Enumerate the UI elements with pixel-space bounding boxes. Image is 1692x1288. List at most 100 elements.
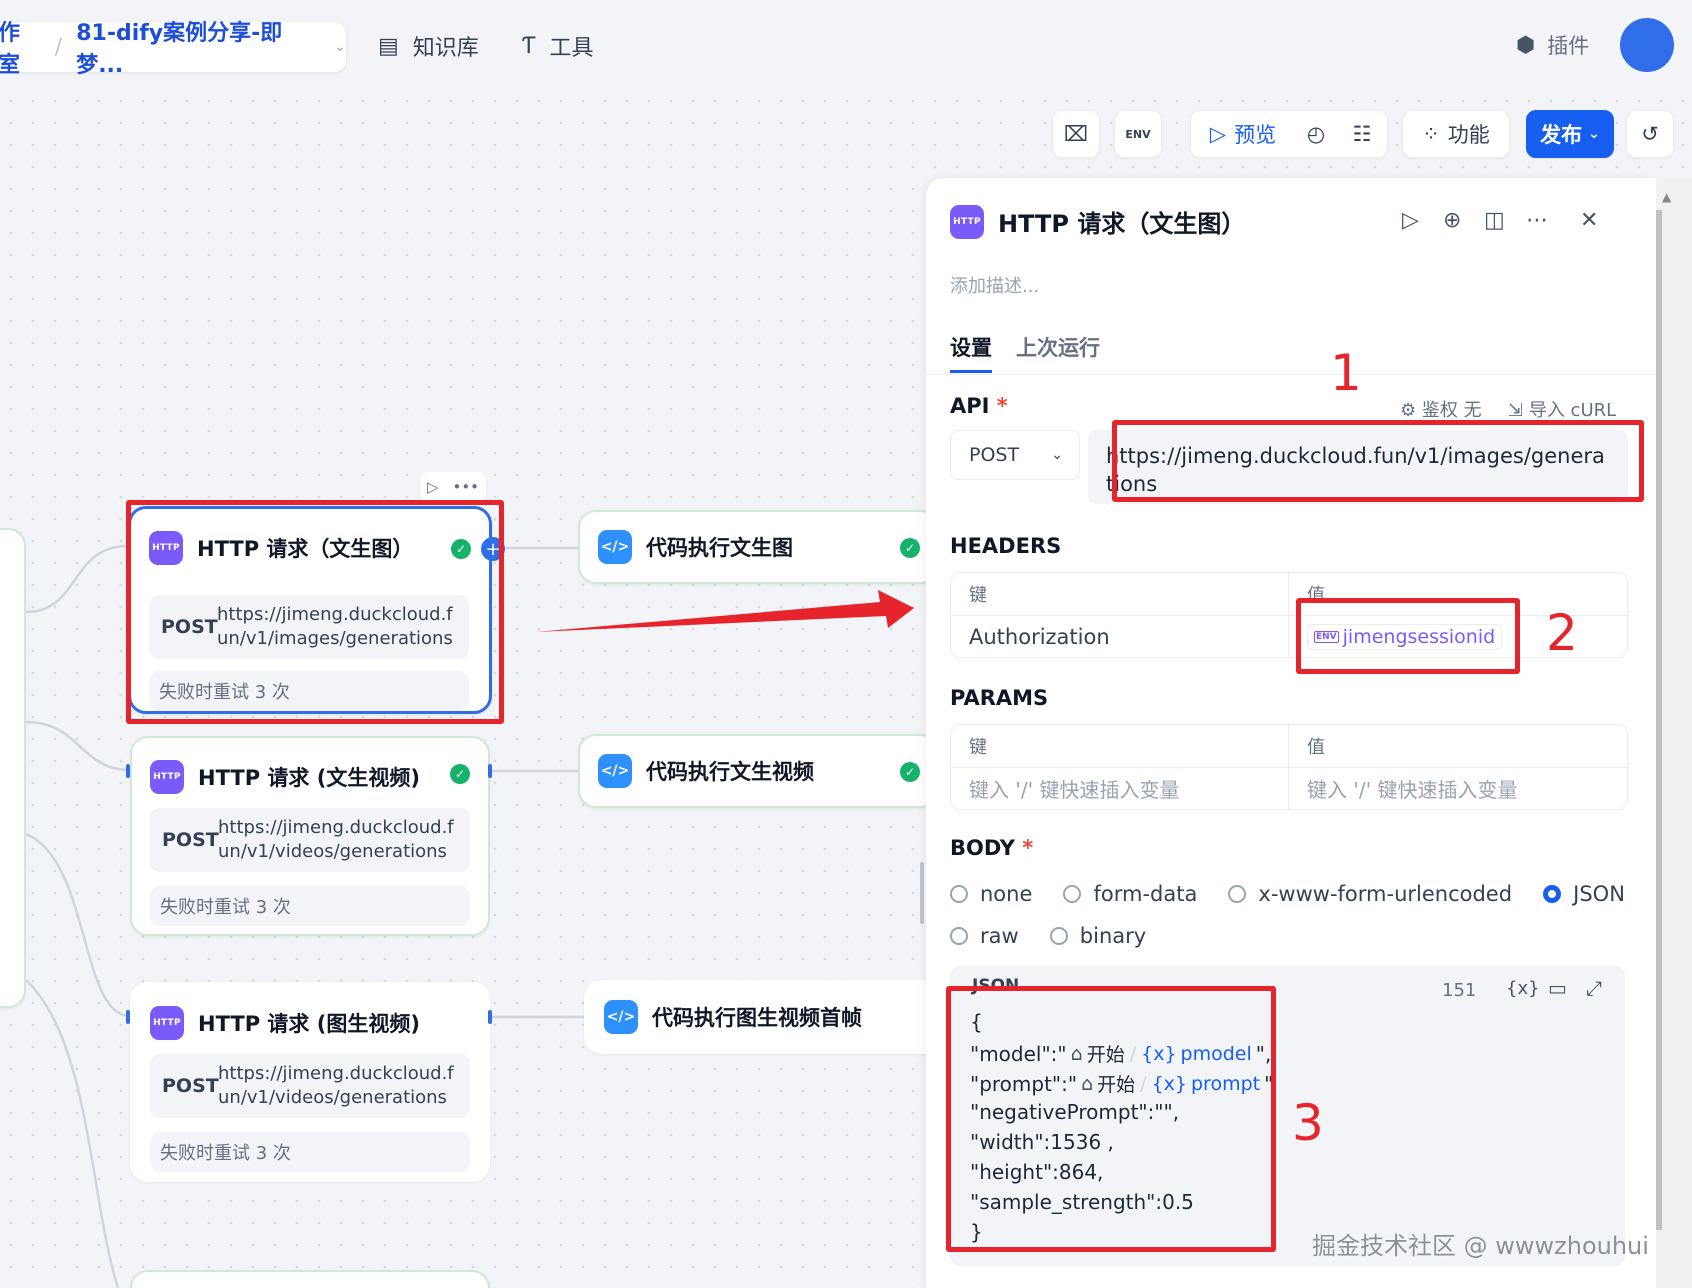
- http-node-partial[interactable]: [130, 1270, 490, 1288]
- body-type-urlencoded[interactable]: x-www-form-urlencoded: [1228, 882, 1512, 906]
- node-title: 代码执行图生视频首帧: [652, 1006, 862, 1030]
- book-open-icon[interactable]: ◫: [1484, 208, 1505, 233]
- annotation-box-json: [946, 986, 1276, 1252]
- code-node-text-to-video[interactable]: </> 代码执行文生视频 ✓: [578, 734, 938, 808]
- http-icon: HTTP: [150, 760, 184, 794]
- http-node-text-to-video[interactable]: HTTP HTTP 请求 (文生视频) ✓ POST https://jimen…: [130, 736, 490, 936]
- node-handle[interactable]: [488, 764, 492, 778]
- nav-knowledge-label: 知识库: [412, 36, 479, 61]
- node-handle[interactable]: [126, 764, 130, 778]
- expand-icon[interactable]: ⤢: [1586, 976, 1602, 1000]
- annotation-box-url: [1112, 420, 1644, 502]
- radio-icon: [1049, 927, 1068, 945]
- features-icon: ⁘: [1422, 122, 1440, 146]
- book-icon: ▤: [378, 33, 399, 59]
- annotation-box-header: [1296, 598, 1520, 674]
- chevron-down-icon[interactable]: ⌄: [334, 39, 346, 55]
- breadcrumb-app-name[interactable]: 81-dify案例分享-即梦...: [76, 15, 322, 79]
- preview-button[interactable]: ▷ 预览: [1193, 111, 1293, 157]
- nav-tools[interactable]: Ƭ 工具: [522, 30, 593, 62]
- breadcrumb[interactable]: 作室 / 81-dify案例分享-即梦... ⌄: [0, 21, 346, 78]
- success-check-icon: ✓: [900, 538, 920, 558]
- node-title: 代码执行文生视频: [646, 760, 814, 784]
- node-title: HTTP 请求 (图生视频): [198, 1012, 420, 1036]
- method-select[interactable]: POST ⌄: [950, 430, 1080, 480]
- params-label: PARAMS: [950, 686, 1049, 710]
- tab-divider: [926, 374, 1656, 375]
- auth-button[interactable]: ⚙ 鉴权 无: [1400, 396, 1482, 422]
- avatar[interactable]: [1620, 18, 1674, 72]
- cube-icon: ⬢: [1516, 32, 1536, 58]
- preview-label: 预览: [1234, 123, 1277, 147]
- version-history-button[interactable]: ↺: [1626, 110, 1674, 158]
- nav-knowledge[interactable]: ▤ 知识库: [378, 30, 479, 62]
- body-type-raw[interactable]: raw: [950, 924, 1019, 948]
- param-value-input[interactable]: 键入 '/' 键快速插入变量: [1288, 768, 1627, 809]
- import-curl-label: 导入 cURL: [1528, 400, 1617, 421]
- radio-icon: [950, 885, 968, 903]
- method-value: POST: [969, 444, 1020, 466]
- nav-tools-label: 工具: [549, 36, 594, 61]
- insert-variable-icon[interactable]: {x}: [1506, 978, 1540, 999]
- success-check-icon: ✓: [900, 762, 920, 782]
- chevron-down-icon: ⌄: [1588, 126, 1600, 142]
- scroll-up-icon[interactable]: ▲: [1662, 190, 1671, 204]
- history-run-button[interactable]: ◴: [1293, 111, 1339, 157]
- node-retry: 失败时重试 3 次: [150, 886, 470, 926]
- features-label: 功能: [1447, 123, 1490, 147]
- headers-label: HEADERS: [950, 534, 1062, 558]
- node-url: https://jimeng.duckcloud.fun/v1/videos/g…: [218, 1063, 454, 1108]
- annotation-number: 3: [1292, 1094, 1324, 1152]
- params-table: 键 值 键入 '/' 键快速插入变量 键入 '/' 键快速插入变量: [950, 724, 1628, 810]
- body-type-none[interactable]: none: [950, 882, 1032, 906]
- copy-icon[interactable]: ▭: [1548, 976, 1567, 1000]
- http-node-image-to-video[interactable]: HTTP HTTP 请求 (图生视频) POST https://jimeng.…: [130, 982, 490, 1182]
- nav-plugins[interactable]: ⬢ 插件: [1516, 30, 1589, 60]
- checklist-button[interactable]: ⌧: [1052, 110, 1100, 158]
- start-node[interactable]: [0, 528, 26, 1008]
- code-node-text-to-image[interactable]: </> 代码执行文生图 ✓: [578, 510, 938, 584]
- more-icon[interactable]: •••: [452, 478, 479, 496]
- history-icon: ↺: [1641, 122, 1659, 146]
- scrollbar-thumb[interactable]: [1656, 210, 1662, 1230]
- description-input[interactable]: 添加描述...: [950, 272, 1039, 298]
- panel-title[interactable]: HTTP 请求（文生图）: [998, 204, 1245, 239]
- node-handle[interactable]: [126, 1010, 130, 1024]
- node-url: https://jimeng.duckcloud.fun/v1/videos/g…: [218, 817, 454, 862]
- watermark: 掘金技术社区 @ wwwzhouhui: [1312, 1232, 1649, 1260]
- tab-settings[interactable]: 设置: [950, 332, 992, 362]
- breadcrumb-separator: /: [54, 34, 63, 60]
- api-label: API *: [950, 394, 1008, 418]
- features-button[interactable]: ⁘ 功能: [1402, 110, 1510, 158]
- panel-resize-handle[interactable]: [920, 862, 924, 924]
- header-key-input[interactable]: Authorization: [951, 616, 1288, 657]
- body-type-json[interactable]: JSON: [1543, 882, 1625, 906]
- node-title: 代码执行文生图: [646, 536, 793, 560]
- close-icon[interactable]: ✕: [1580, 208, 1598, 233]
- breadcrumb-workspace[interactable]: 作室: [0, 15, 41, 79]
- help-icon[interactable]: ⊕: [1443, 208, 1461, 233]
- char-count: 151: [1442, 980, 1477, 1001]
- radio-selected-icon: [1543, 885, 1562, 903]
- auth-label: 鉴权 无: [1421, 400, 1482, 421]
- tab-last-run[interactable]: 上次运行: [1016, 332, 1100, 362]
- http-icon: HTTP: [150, 1006, 184, 1040]
- body-type-form-data[interactable]: form-data: [1063, 882, 1197, 906]
- node-method: POST: [162, 829, 219, 851]
- import-curl-button[interactable]: ⇲ 导入 cURL: [1508, 396, 1616, 422]
- code-icon: </>: [598, 530, 632, 564]
- run-node-icon[interactable]: ▷: [427, 478, 439, 496]
- more-icon[interactable]: ⋯: [1526, 208, 1548, 233]
- publish-button[interactable]: 发布 ⌄: [1526, 110, 1614, 158]
- chevron-down-icon: ⌄: [1051, 447, 1063, 463]
- code-node-image-to-video[interactable]: </> 代码执行图生视频首帧: [584, 980, 944, 1054]
- param-key-input[interactable]: 键入 '/' 键快速插入变量: [951, 768, 1288, 809]
- node-handle[interactable]: [488, 1010, 492, 1024]
- http-icon: HTTP: [950, 204, 984, 239]
- variable-inspect-button[interactable]: ☷: [1339, 111, 1385, 157]
- env-button[interactable]: ENV: [1114, 110, 1162, 158]
- headers-col-key: 键: [969, 585, 987, 606]
- run-step-icon[interactable]: ▷: [1402, 208, 1419, 233]
- body-type-row-1: none form-data x-www-form-urlencoded JSO…: [950, 882, 1651, 907]
- body-type-binary[interactable]: binary: [1049, 924, 1146, 948]
